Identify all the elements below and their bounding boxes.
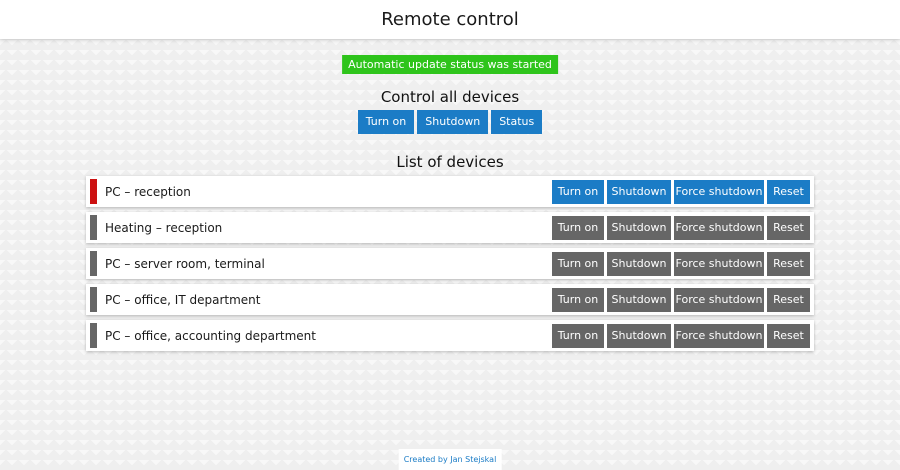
device-status-indicator [90, 251, 97, 276]
reset-button[interactable]: Reset [767, 251, 810, 276]
shutdown-button[interactable]: Shutdown [607, 251, 671, 276]
app-title: Remote control [381, 9, 519, 30]
device-status-indicator [90, 215, 97, 240]
footer-credit-text[interactable]: Created by Jan Stejskal [404, 455, 497, 464]
turn-on-button[interactable]: Turn on [552, 287, 604, 312]
reset-button[interactable]: Reset [767, 179, 810, 204]
shutdown-button[interactable]: Shutdown [607, 287, 671, 312]
force-shutdown-button[interactable]: Force shutdown [674, 251, 764, 276]
device-row: PC – server room, terminal Turn on Shutd… [86, 248, 814, 279]
turn-on-all-button[interactable]: Turn on [357, 110, 415, 134]
device-actions: Turn on Shutdown Force shutdown Reset [552, 251, 810, 276]
device-row: PC – office, IT department Turn on Shutd… [86, 284, 814, 315]
status-all-button[interactable]: Status [491, 110, 543, 134]
footer-credit[interactable]: Created by Jan Stejskal [398, 449, 502, 470]
device-actions: Turn on Shutdown Force shutdown Reset [552, 323, 810, 348]
device-actions: Turn on Shutdown Force shutdown Reset [552, 179, 810, 204]
shutdown-all-button[interactable]: Shutdown [417, 110, 489, 134]
device-list: PC – reception Turn on Shutdown Force sh… [86, 176, 814, 356]
turn-on-button[interactable]: Turn on [552, 179, 604, 204]
reset-button[interactable]: Reset [767, 323, 810, 348]
device-status-indicator [90, 179, 97, 204]
top-bar: Remote control [0, 0, 900, 39]
status-message: Automatic update status was started [342, 55, 558, 74]
turn-on-button[interactable]: Turn on [552, 215, 604, 240]
device-row: PC – office, accounting department Turn … [86, 320, 814, 351]
device-status-indicator [90, 323, 97, 348]
force-shutdown-button[interactable]: Force shutdown [674, 179, 764, 204]
device-name: PC – office, IT department [105, 292, 261, 307]
reset-button[interactable]: Reset [767, 215, 810, 240]
global-controls: Turn on Shutdown Status [0, 110, 900, 134]
device-actions: Turn on Shutdown Force shutdown Reset [552, 287, 810, 312]
device-name: PC – server room, terminal [105, 256, 265, 271]
shutdown-button[interactable]: Shutdown [607, 215, 671, 240]
device-row: PC – reception Turn on Shutdown Force sh… [86, 176, 814, 207]
turn-on-button[interactable]: Turn on [552, 251, 604, 276]
device-name: PC – reception [105, 184, 191, 199]
shutdown-button[interactable]: Shutdown [607, 323, 671, 348]
control-all-heading: Control all devices [380, 88, 520, 106]
turn-on-button[interactable]: Turn on [552, 323, 604, 348]
device-name: Heating – reception [105, 220, 223, 235]
force-shutdown-button[interactable]: Force shutdown [674, 323, 764, 348]
device-status-indicator [90, 287, 97, 312]
force-shutdown-button[interactable]: Force shutdown [674, 215, 764, 240]
device-row: Heating – reception Turn on Shutdown For… [86, 212, 814, 243]
shutdown-button[interactable]: Shutdown [607, 179, 671, 204]
reset-button[interactable]: Reset [767, 287, 810, 312]
device-actions: Turn on Shutdown Force shutdown Reset [552, 215, 810, 240]
device-list-heading: List of devices [396, 153, 504, 171]
force-shutdown-button[interactable]: Force shutdown [674, 287, 764, 312]
device-name: PC – office, accounting department [105, 328, 316, 343]
